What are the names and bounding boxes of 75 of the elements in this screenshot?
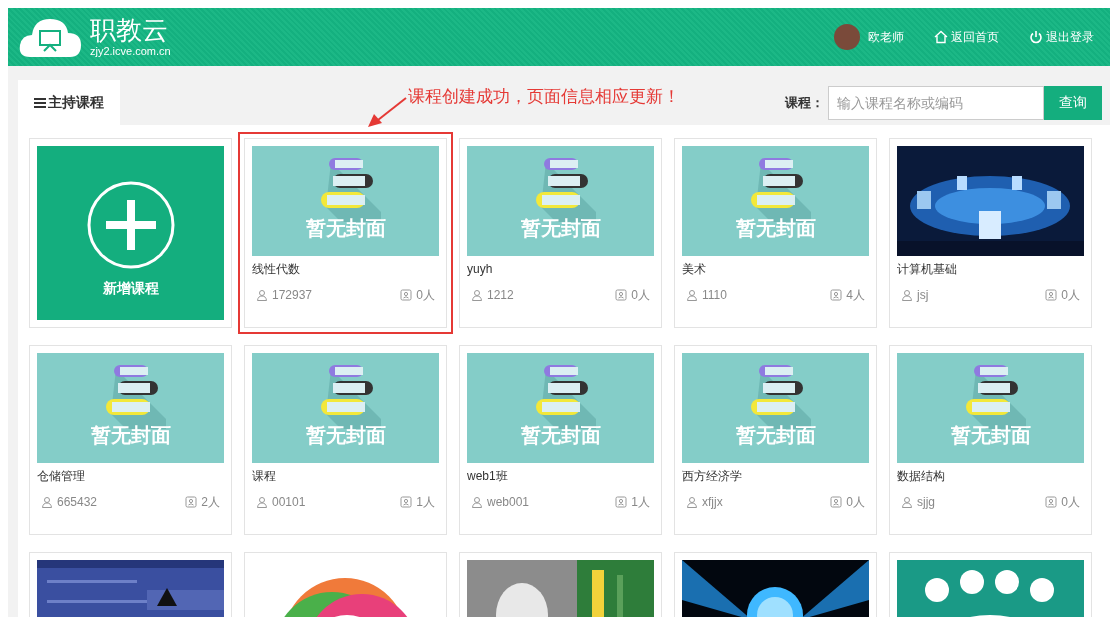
course-card[interactable]: 暂无封面 西方经济学 xfjjx 0人 <box>674 345 877 535</box>
course-code: web001 <box>487 494 530 511</box>
tab[interactable]: 主持课程 <box>18 80 120 125</box>
student-count: 0人 <box>1061 287 1080 304</box>
student-count: 0人 <box>631 287 650 304</box>
course-code: 1212 <box>487 287 514 304</box>
user-square-icon <box>1045 289 1058 301</box>
student-count: 0人 <box>1061 494 1080 511</box>
course-card[interactable]: 暂无封面 线性代数 172937 0人 <box>244 138 447 328</box>
course-card[interactable]: 暂无封面 美术 1110 4人 <box>674 138 877 328</box>
course-card[interactable]: 计算机基础 jsj 0人 <box>889 138 1092 328</box>
student-count: 4人 <box>846 287 865 304</box>
course-code: 665432 <box>57 494 98 511</box>
course-code: jsj <box>917 287 929 304</box>
student-count: 0人 <box>846 494 865 511</box>
user-icon <box>901 496 913 508</box>
user-square-icon <box>1045 496 1058 508</box>
course-card[interactable]: 暂无封面 数据结构 sjjg 0人 <box>889 345 1092 535</box>
student-count: 1人 <box>416 494 435 511</box>
list-icon <box>34 97 46 108</box>
no-cover-text: 暂无封面 <box>305 425 386 445</box>
plus-icon <box>85 179 176 270</box>
user-icon <box>471 289 483 301</box>
avatar[interactable] <box>834 24 860 50</box>
course-card[interactable]: 暂无封面 web1班 web001 1人 <box>459 345 662 535</box>
course-title: 计算机基础 <box>897 261 958 278</box>
course-code: sjjg <box>917 494 935 511</box>
user-icon <box>471 496 483 508</box>
user-icon <box>901 289 913 301</box>
search-field[interactable]: 输入课程名称或编码 <box>828 85 1044 120</box>
course-code: xfjjx <box>702 494 723 511</box>
user-name: 欧老师 <box>868 29 904 46</box>
user-square-icon <box>400 496 413 508</box>
course-card[interactable]: 暂无封面 课程 00101 1人 <box>244 345 447 535</box>
no-cover-text: 暂无封面 <box>90 425 171 445</box>
student-count: 2人 <box>201 494 220 511</box>
student-count: 1人 <box>631 494 650 511</box>
course-title: 课程 <box>252 468 277 485</box>
no-cover-text: 暂无封面 <box>735 218 816 238</box>
home-icon <box>934 30 948 44</box>
user-icon <box>256 289 268 301</box>
site-title: 职教云 <box>90 17 169 43</box>
user-icon <box>41 496 53 508</box>
course-title: 线性代数 <box>252 261 301 278</box>
search-label: 课程： <box>785 93 824 112</box>
course-code: 1110 <box>702 287 727 304</box>
course-title: web1班 <box>467 468 509 485</box>
power-icon <box>1029 30 1043 44</box>
no-cover-text: 暂无封面 <box>520 218 601 238</box>
user-square-icon <box>615 496 628 508</box>
user-square-icon <box>400 289 413 301</box>
course-code: 00101 <box>272 494 306 511</box>
user-icon <box>686 496 698 508</box>
course-title: 西方经济学 <box>682 468 743 485</box>
user-square-icon <box>185 496 198 508</box>
course-title: 仓储管理 <box>37 468 86 485</box>
course-title: 美术 <box>682 261 707 278</box>
student-count: 0人 <box>416 287 435 304</box>
site-url: zjy2.icve.com.cn <box>90 46 171 57</box>
user-square-icon <box>830 289 843 301</box>
annotation-arrow <box>366 96 408 128</box>
course-title: yuyh <box>467 261 494 278</box>
user-square-icon <box>615 289 628 301</box>
course-card[interactable]: 暂无封面 仓储管理 665432 2人 <box>29 345 232 535</box>
course-title: 数据结构 <box>897 468 946 485</box>
user-square-icon <box>830 496 843 508</box>
no-cover-text: 暂无封面 <box>520 425 601 445</box>
no-cover-text: 暂无封面 <box>950 425 1031 445</box>
course-code: 172937 <box>272 287 313 304</box>
user-icon <box>256 496 268 508</box>
no-cover-text: 暂无封面 <box>305 218 386 238</box>
annotation-text: 课程创建成功，页面信息相应更新！ <box>408 87 680 106</box>
course-card[interactable]: 暂无封面 yuyh 1212 0人 <box>459 138 662 328</box>
no-cover-text: 暂无封面 <box>735 425 816 445</box>
user-icon <box>686 289 698 301</box>
